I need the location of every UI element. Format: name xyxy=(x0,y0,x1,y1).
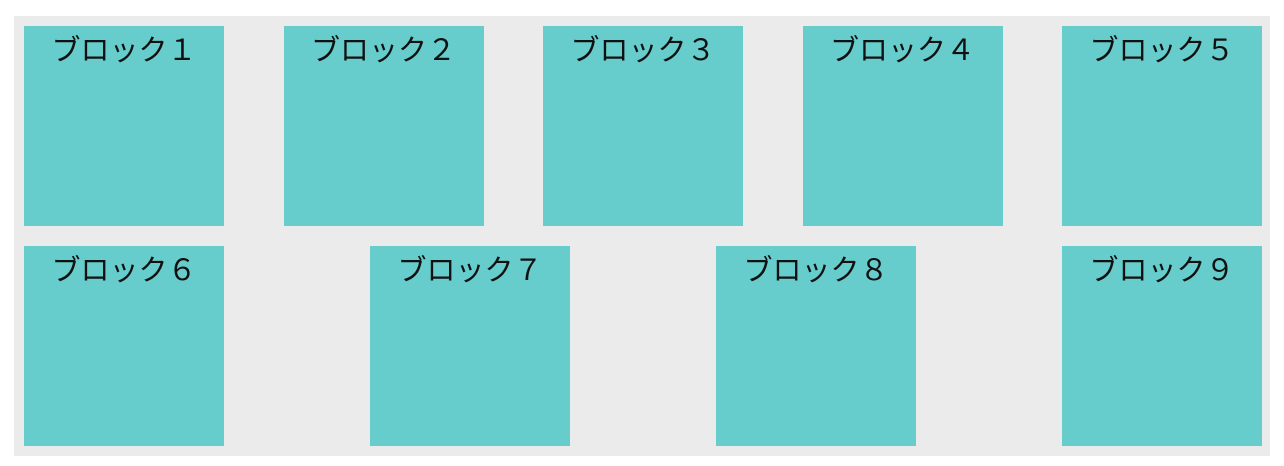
block-9: ブロック９ xyxy=(1062,246,1262,446)
block-9-label: ブロック９ xyxy=(1089,253,1235,287)
block-2-label: ブロック２ xyxy=(310,33,456,67)
block-2: ブロック２ xyxy=(283,26,484,226)
block-5-label: ブロック５ xyxy=(1089,33,1235,67)
block-row-1: ブロック１ ブロック２ ブロック３ ブロック４ ブロック５ xyxy=(24,26,1262,226)
block-8-label: ブロック８ xyxy=(743,253,889,287)
block-7-label: ブロック７ xyxy=(397,253,543,287)
block-7: ブロック７ xyxy=(370,246,570,446)
block-5: ブロック５ xyxy=(1062,26,1262,226)
block-3-label: ブロック３ xyxy=(570,33,716,67)
block-3: ブロック３ xyxy=(543,26,743,226)
block-row-2: ブロック６ ブロック７ ブロック８ ブロック９ xyxy=(24,246,1262,446)
block-4-label: ブロック４ xyxy=(829,33,975,67)
block-8: ブロック８ xyxy=(716,246,916,446)
flex-container: ブロック１ ブロック２ ブロック３ ブロック４ ブロック５ ブロック６ ブロック… xyxy=(14,16,1270,456)
block-1: ブロック１ xyxy=(24,26,224,226)
block-6-label: ブロック６ xyxy=(51,253,197,287)
block-1-label: ブロック１ xyxy=(51,33,197,67)
block-6: ブロック６ xyxy=(24,246,224,446)
block-4: ブロック４ xyxy=(802,26,1003,226)
